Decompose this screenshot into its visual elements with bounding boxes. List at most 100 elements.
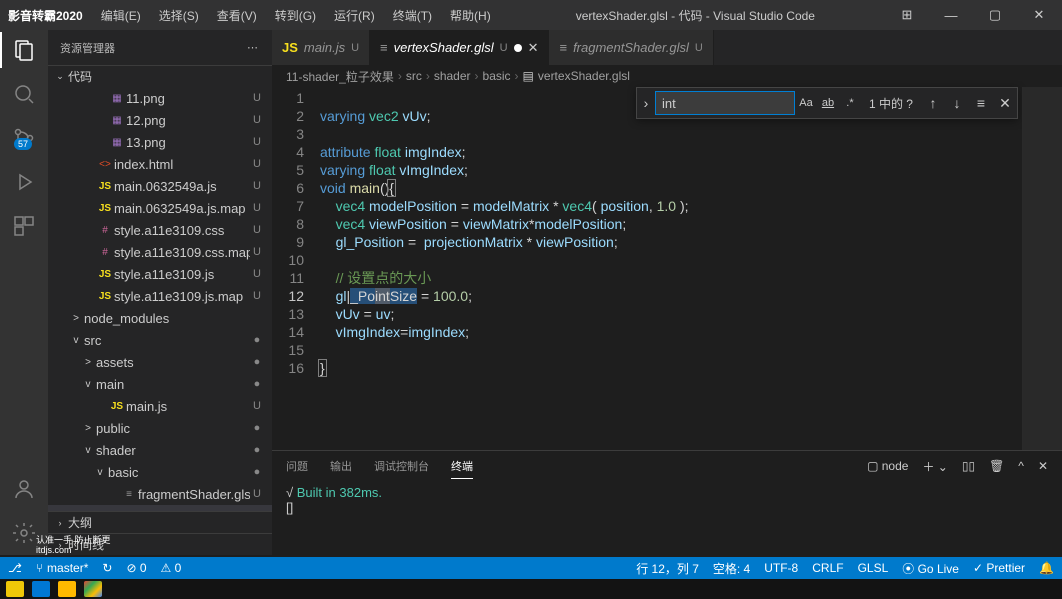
taskbar-app-1[interactable] [6, 581, 24, 597]
status-sync-icon[interactable]: ↻ [102, 561, 112, 575]
taskbar-app-4[interactable] [84, 581, 102, 597]
find-close-icon[interactable]: ✕ [993, 95, 1017, 112]
terminal-split-icon[interactable]: ▯▯ [962, 455, 975, 477]
tab-problems[interactable]: 问题 [286, 454, 308, 478]
file-shader[interactable]: vshader● [48, 439, 272, 461]
file-index.html[interactable]: <>index.htmlU [48, 153, 272, 175]
file-node_modules[interactable]: >node_modules [48, 307, 272, 329]
sidebar: 资源管理器 ⋯ ⌄代码 ▦11.pngU▦12.pngU▦13.pngU<>in… [48, 30, 272, 555]
find-expand-icon[interactable]: › [637, 95, 655, 111]
find-selection-icon[interactable]: ≡ [969, 95, 993, 111]
file-src[interactable]: vsrc● [48, 329, 272, 351]
editor-tabs: JSmain.jsU≡vertexShader.glslU✕≡fragmentS… [272, 30, 1062, 65]
terminal-new-icon[interactable]: ＋ ⌄ [922, 454, 947, 479]
status-bell-icon[interactable]: 🔔 [1039, 560, 1054, 577]
file-main.js[interactable]: JSmain.jsU [48, 395, 272, 417]
maximize-button[interactable]: ▢ [980, 7, 1010, 23]
file-11.png[interactable]: ▦11.pngU [48, 87, 272, 109]
menu-terminal[interactable]: 终端(T) [385, 3, 440, 28]
status-prettier[interactable]: ✓ Prettier [973, 560, 1025, 577]
editor-area: JSmain.jsU≡vertexShader.glslU✕≡fragmentS… [272, 30, 1062, 555]
file-style.a11e3109.css[interactable]: #style.a11e3109.cssU [48, 219, 272, 241]
file-style.a11e3109.css.map[interactable]: #style.a11e3109.css.mapU [48, 241, 272, 263]
section-code[interactable]: ⌄代码 [48, 65, 272, 87]
file-public[interactable]: >public● [48, 417, 272, 439]
status-warnings[interactable]: ⚠ 0 [161, 561, 182, 575]
tab-main.js[interactable]: JSmain.jsU [272, 30, 370, 65]
match-case-icon[interactable]: Aa [795, 92, 817, 114]
terminal-output[interactable]: √ Built in 382ms. [] [272, 481, 1062, 555]
status-branch[interactable]: ⑂master* [36, 561, 89, 575]
search-icon[interactable] [12, 82, 36, 106]
section-outline[interactable]: ›大纲 [48, 511, 272, 533]
menu-run[interactable]: 运行(R) [326, 3, 383, 28]
menu-bar: 编辑(E) 选择(S) 查看(V) 转到(G) 运行(R) 终端(T) 帮助(H… [93, 3, 499, 28]
status-bar: ⎇ ⑂master* ↻ ⊘ 0 ⚠ 0 行 12，列 7 空格: 4 UTF-… [0, 557, 1062, 579]
menu-help[interactable]: 帮助(H) [442, 3, 499, 28]
account-icon[interactable] [12, 477, 36, 501]
status-eol[interactable]: CRLF [812, 560, 843, 577]
activity-bar: 57 [0, 30, 48, 555]
file-tree: ▦11.pngU▦12.pngU▦13.pngU<>index.htmlUJSm… [48, 87, 272, 511]
file-main.0632549a.js.map[interactable]: JSmain.0632549a.js.mapU [48, 197, 272, 219]
panel-close-icon[interactable]: ✕ [1038, 455, 1048, 477]
close-button[interactable]: ✕ [1024, 7, 1054, 23]
window-title: vertexShader.glsl - 代码 - Visual Studio C… [499, 7, 892, 24]
breadcrumbs[interactable]: 11-shader_粒子效果› src› shader› basic› ▤ ve… [272, 65, 1062, 87]
status-remote-icon[interactable]: ⎇ [8, 561, 22, 575]
minimap[interactable] [1022, 87, 1062, 450]
file-13.png[interactable]: ▦13.pngU [48, 131, 272, 153]
terminal-kernel[interactable]: ▢ node [867, 455, 908, 477]
tab-close-icon[interactable]: ✕ [528, 40, 539, 56]
tab-terminal[interactable]: 终端 [451, 454, 473, 479]
code-editor[interactable]: 12345678910111213141516 varying vec2 vUv… [272, 87, 1062, 450]
status-encoding[interactable]: UTF-8 [764, 560, 798, 577]
find-next-icon[interactable]: ↓ [945, 95, 969, 111]
status-language[interactable]: GLSL [858, 560, 889, 577]
terminal-trash-icon[interactable]: 🗑 [989, 455, 1004, 477]
status-golive[interactable]: ⦿ Go Live [902, 560, 959, 577]
run-icon[interactable] [12, 170, 36, 194]
file-basic[interactable]: vbasic● [48, 461, 272, 483]
status-cursor[interactable]: 行 12，列 7 [636, 560, 699, 577]
find-prev-icon[interactable]: ↑ [921, 95, 945, 111]
layout-icon[interactable]: ⊞ [892, 7, 922, 23]
file-style.a11e3109.js[interactable]: JSstyle.a11e3109.jsU [48, 263, 272, 285]
file-fragmentShader.glsl[interactable]: ≡fragmentShader.glslU [48, 483, 272, 505]
file-main.0632549a.js[interactable]: JSmain.0632549a.jsU [48, 175, 272, 197]
status-errors[interactable]: ⊘ 0 [126, 561, 146, 575]
tab-output[interactable]: 输出 [330, 454, 352, 478]
file-main[interactable]: vmain● [48, 373, 272, 395]
minimize-button[interactable]: — [936, 8, 966, 23]
tab-vertexShader.glsl[interactable]: ≡vertexShader.glslU✕ [370, 30, 549, 65]
gear-icon[interactable] [12, 521, 36, 545]
menu-view[interactable]: 查看(V) [209, 3, 265, 28]
panel-maximize-icon[interactable]: ^ [1018, 455, 1024, 477]
tab-debug[interactable]: 调试控制台 [374, 454, 429, 478]
app-logo: 影音转霸2020 [8, 7, 83, 24]
file-assets[interactable]: >assets● [48, 351, 272, 373]
sidebar-header: 资源管理器 ⋯ [48, 30, 272, 65]
find-input[interactable] [655, 91, 795, 115]
menu-go[interactable]: 转到(G) [267, 3, 324, 28]
file-style.a11e3109.js.map[interactable]: JSstyle.a11e3109.js.mapU [48, 285, 272, 307]
status-spaces[interactable]: 空格: 4 [713, 560, 750, 577]
taskbar-app-3[interactable] [58, 581, 76, 597]
window-controls: ⊞ — ▢ ✕ [892, 7, 1054, 23]
extensions-icon[interactable] [12, 214, 36, 238]
scm-icon[interactable]: 57 [12, 126, 36, 150]
menu-edit[interactable]: 编辑(E) [93, 3, 149, 28]
menu-select[interactable]: 选择(S) [151, 3, 207, 28]
tab-fragmentShader.glsl[interactable]: ≡fragmentShader.glslU [549, 30, 713, 65]
sidebar-more-icon[interactable]: ⋯ [247, 41, 260, 54]
taskbar-app-2[interactable] [32, 581, 50, 597]
file-12.png[interactable]: ▦12.pngU [48, 109, 272, 131]
match-word-icon[interactable]: ab [817, 92, 839, 114]
title-bar: 影音转霸2020 编辑(E) 选择(S) 查看(V) 转到(G) 运行(R) 终… [0, 0, 1062, 30]
regex-icon[interactable]: .* [839, 92, 861, 114]
explorer-icon[interactable] [12, 38, 36, 62]
os-taskbar [0, 579, 1062, 599]
find-results: 1 中的 ? [861, 95, 921, 112]
sidebar-title: 资源管理器 [60, 40, 115, 56]
find-widget: › Aa ab .* 1 中的 ? ↑ ↓ ≡ ✕ [636, 87, 1018, 119]
